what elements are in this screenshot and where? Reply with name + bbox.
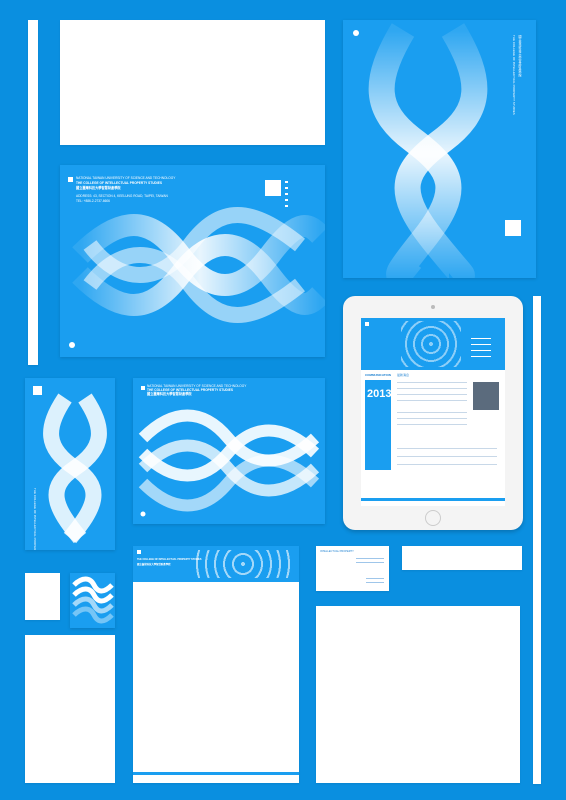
text-line	[397, 464, 497, 465]
business-card-front: INTELLECTUAL PROPERTY	[316, 546, 389, 591]
knot-graphic	[43, 393, 107, 544]
text-line	[397, 418, 467, 419]
tablet-nav-item[interactable]	[471, 338, 491, 339]
stationery-mockup-board: NATIONAL TAIWAN UNIVERSITY OF SCIENCE AN…	[0, 0, 566, 800]
tablet-device: COMMUNICATION 2013 最新消息	[343, 296, 523, 530]
small-white-card	[25, 573, 60, 620]
text-line	[397, 448, 497, 449]
text-line	[397, 388, 467, 389]
envelope-vertical-text-2: THE COLLEGE OF INTELLECTUAL PROPERTY STU…	[512, 35, 516, 115]
tablet-screen: COMMUNICATION 2013 最新消息	[361, 318, 505, 506]
business-card-title: INTELLECTUAL PROPERTY	[320, 550, 354, 553]
blank-white-sheet-bottom-right	[316, 606, 520, 783]
knot-graphic	[69, 207, 325, 348]
letterhead-college-en: THE COLLEGE OF INTELLECTUAL PROPERTY STU…	[137, 558, 202, 561]
text-line	[356, 558, 384, 559]
logo-mark	[365, 322, 369, 326]
envelope-small-vertical-text: THE COLLEGE OF INTELLECTUAL PROPERTY STU…	[33, 488, 37, 550]
blank-white-sheet-bottom-left	[25, 635, 115, 783]
letterhead-sheet: THE COLLEGE OF INTELLECTUAL PROPERTY STU…	[133, 546, 299, 783]
camera-dot	[431, 305, 435, 309]
tablet-nav-item[interactable]	[471, 350, 491, 351]
small-envelope-vertical: THE COLLEGE OF INTELLECTUAL PROPERTY STU…	[25, 378, 115, 550]
tablet-year: 2013	[367, 388, 392, 400]
text-line	[356, 562, 384, 563]
knot-graphic	[353, 23, 488, 278]
text-line	[397, 412, 467, 413]
stamp-box	[505, 220, 521, 236]
text-line	[366, 578, 384, 579]
tablet-feature-panel: 2013	[365, 380, 391, 470]
text-line	[366, 582, 384, 583]
tablet-footer-bar	[361, 498, 505, 501]
business-card-back	[402, 546, 522, 570]
knot-graphic	[138, 409, 320, 517]
envelope-vertical-text-1: 國立臺灣科技大學智慧財產學院	[518, 35, 522, 77]
text-line	[397, 382, 467, 383]
tablet-header-band	[361, 318, 505, 370]
text-line	[397, 456, 497, 457]
blank-white-sheet-top	[60, 20, 325, 145]
letterhead-pattern	[193, 550, 293, 578]
knot-graphic	[72, 576, 114, 624]
logo-mark	[137, 550, 141, 554]
narrow-white-strip-left	[28, 20, 38, 365]
header-grid-pattern	[401, 321, 461, 367]
medium-envelope-horizontal: NATIONAL TAIWAN UNIVERSITY OF SCIENCE AN…	[133, 378, 325, 524]
large-envelope-horizontal: NATIONAL TAIWAN UNIVERSITY OF SCIENCE AN…	[60, 165, 325, 357]
tablet-nav-item[interactable]	[471, 356, 491, 357]
small-blue-card	[70, 573, 115, 628]
tablet-portrait-photo	[473, 382, 499, 410]
narrow-white-strip-right	[533, 296, 541, 784]
text-line	[397, 424, 467, 425]
home-button[interactable]	[425, 510, 441, 526]
text-line	[397, 400, 467, 401]
tablet-nav-item[interactable]	[471, 344, 491, 345]
large-envelope-vertical: 國立臺灣科技大學智慧財產學院 THE COLLEGE OF INTELLECTU…	[343, 20, 536, 278]
tablet-section-heading: COMMUNICATION	[365, 373, 391, 377]
letterhead-band: THE COLLEGE OF INTELLECTUAL PROPERTY STU…	[133, 546, 299, 582]
letterhead-footer	[133, 772, 299, 775]
text-line	[397, 394, 467, 395]
tablet-subheading: 最新消息	[397, 373, 410, 377]
letterhead-college-zh: 國立臺灣科技大學智慧財產學院	[137, 563, 171, 566]
